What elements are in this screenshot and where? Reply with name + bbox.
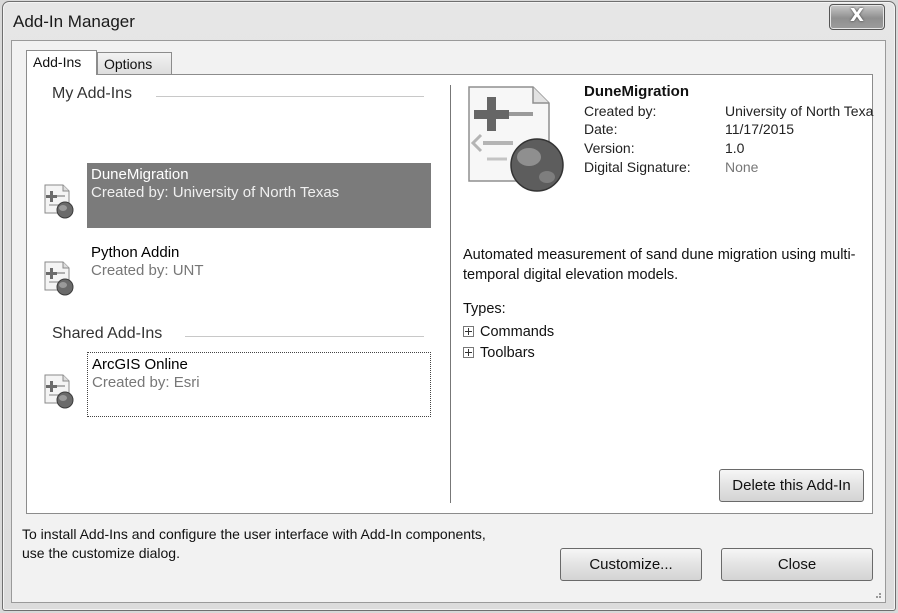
tab-add-ins[interactable]: Add-Ins bbox=[26, 50, 97, 75]
addin-item-arcgis-online[interactable]: ArcGIS Online Created by: Esri bbox=[87, 352, 431, 417]
addin-name: ArcGIS Online bbox=[92, 356, 188, 373]
add-ins-panel: My Add-Ins DuneMigration Created by: Uni… bbox=[26, 74, 873, 514]
install-hint-text: To install Add-Ins and configure the use… bbox=[22, 526, 486, 561]
detail-addin-name: DuneMigration bbox=[584, 83, 689, 100]
detail-version-label: Version: bbox=[584, 140, 635, 156]
detail-version-value: 1.0 bbox=[725, 140, 745, 156]
customize-button[interactable]: Customize... bbox=[560, 548, 702, 581]
detail-date-label: Date: bbox=[584, 121, 618, 137]
close-icon: X bbox=[850, 5, 864, 26]
expand-plus-icon[interactable] bbox=[463, 347, 474, 358]
detail-created-by-label: Created by: bbox=[584, 103, 657, 119]
shared-add-ins-group: Shared Add-Ins bbox=[52, 325, 424, 343]
addin-created-by: Created by: UNT bbox=[91, 262, 204, 279]
delete-addin-button[interactable]: Delete this Add-In bbox=[719, 469, 864, 502]
addin-created-by: Created by: Esri bbox=[92, 374, 200, 391]
type-label: Commands bbox=[480, 324, 555, 340]
add-in-manager-window: Add-In Manager X Add-Ins Options My Add-… bbox=[2, 1, 896, 611]
detail-signature-value: None bbox=[725, 159, 759, 175]
addin-globe-icon bbox=[468, 86, 564, 192]
group-divider bbox=[156, 96, 424, 97]
resize-grip-icon[interactable] bbox=[872, 589, 882, 599]
addin-globe-icon bbox=[44, 374, 74, 409]
expand-plus-icon[interactable] bbox=[463, 326, 474, 337]
dialog-client-area: Add-Ins Options My Add-Ins DuneMigration… bbox=[11, 40, 886, 603]
addin-created-by: Created by: University of North Texas bbox=[91, 184, 340, 201]
detail-date-value: 11/17/2015 bbox=[725, 121, 795, 137]
addin-name: Python Addin bbox=[91, 244, 180, 261]
addin-description: Automated measurement of sand dune migra… bbox=[463, 247, 856, 283]
addin-name: DuneMigration bbox=[91, 166, 189, 183]
panel-divider bbox=[450, 85, 451, 503]
title-bar[interactable]: Add-In Manager X bbox=[3, 2, 895, 40]
addin-item-python-addin[interactable]: Python Addin Created by: UNT bbox=[87, 241, 431, 306]
addin-globe-icon bbox=[44, 261, 74, 296]
types-label: Types: bbox=[463, 301, 506, 317]
type-node-toolbars[interactable]: Toolbars bbox=[463, 345, 535, 361]
close-window-button[interactable]: X bbox=[829, 4, 885, 30]
shared-add-ins-header: Shared Add-Ins bbox=[52, 325, 163, 342]
group-divider bbox=[185, 336, 424, 337]
close-button[interactable]: Close bbox=[721, 548, 873, 581]
detail-signature-label: Digital Signature: bbox=[584, 159, 691, 175]
window-title: Add-In Manager bbox=[13, 12, 135, 31]
type-node-commands[interactable]: Commands bbox=[463, 324, 554, 340]
addin-globe-icon bbox=[44, 184, 74, 219]
addin-item-dunemigration[interactable]: DuneMigration Created by: University of … bbox=[87, 163, 431, 228]
my-add-ins-group: My Add-Ins bbox=[52, 85, 424, 103]
my-add-ins-header: My Add-Ins bbox=[52, 85, 133, 102]
tab-options[interactable]: Options bbox=[97, 52, 172, 74]
detail-created-by-value: University of North Texa bbox=[725, 103, 874, 119]
type-label: Toolbars bbox=[480, 345, 535, 361]
